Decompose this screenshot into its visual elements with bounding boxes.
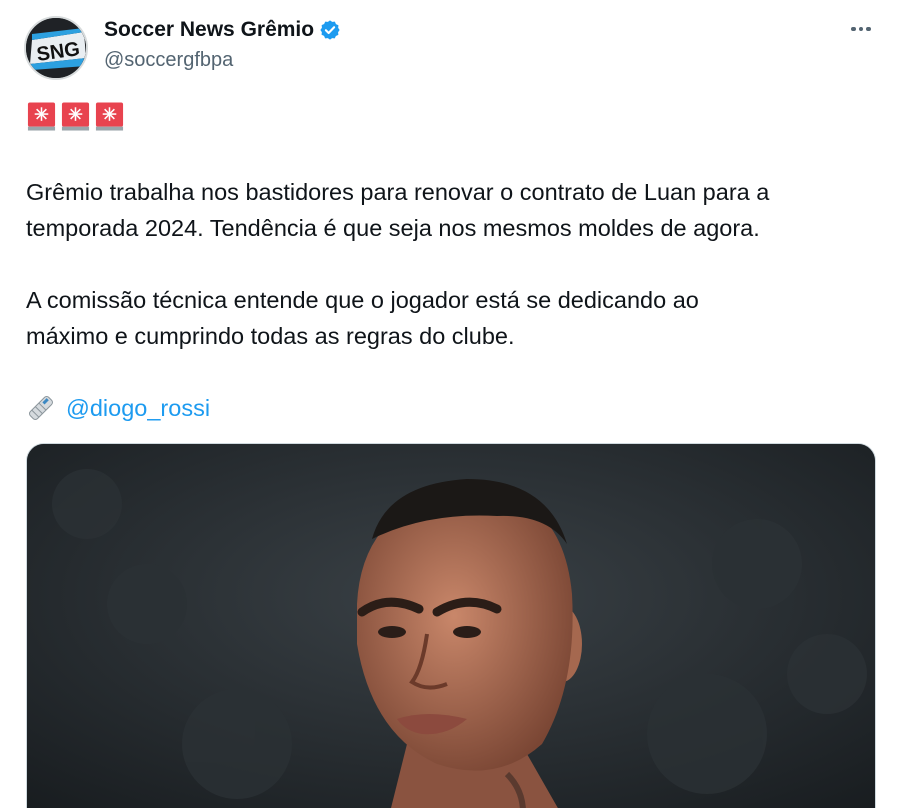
author-display-name[interactable]: Soccer News Grêmio (104, 16, 314, 44)
tweet-text-line: Grêmio trabalha nos bastidores para reno… (26, 179, 770, 205)
credit-line: @diogo_rossi (26, 390, 210, 426)
tweet-text-line: A comissão técnica entende que o jogador… (26, 287, 699, 313)
more-options-button[interactable] (844, 16, 878, 42)
more-dot (858, 26, 864, 32)
tweet-media-image[interactable] (26, 443, 876, 808)
tweet-text-line: máximo e cumprindo todas as regras do cl… (26, 323, 515, 349)
emoji-line (26, 100, 125, 132)
author-name-row[interactable]: Soccer News Grêmio (104, 16, 341, 44)
tweet-text-line: temporada 2024. Tendência é que seja nos… (26, 215, 760, 241)
siren-icon (95, 102, 124, 131)
tweet-paragraph-2: A comissão técnica entende que o jogador… (26, 282, 886, 354)
siren-icon (61, 102, 90, 131)
avatar[interactable]: SNG (24, 16, 88, 80)
avatar-logo-icon: SNG (26, 18, 86, 78)
verified-badge-icon (320, 20, 340, 40)
author-handle[interactable]: @soccergfbpa (104, 46, 233, 74)
photo-of-player-icon (27, 444, 875, 808)
rolled-newspaper-icon (29, 396, 53, 420)
siren-icon (27, 102, 56, 131)
tweet-paragraph-1: Grêmio trabalha nos bastidores para reno… (26, 174, 886, 246)
more-dot (866, 26, 871, 32)
more-horizontal-icon (851, 26, 856, 32)
mention-link[interactable]: @diogo_rossi (66, 390, 210, 426)
